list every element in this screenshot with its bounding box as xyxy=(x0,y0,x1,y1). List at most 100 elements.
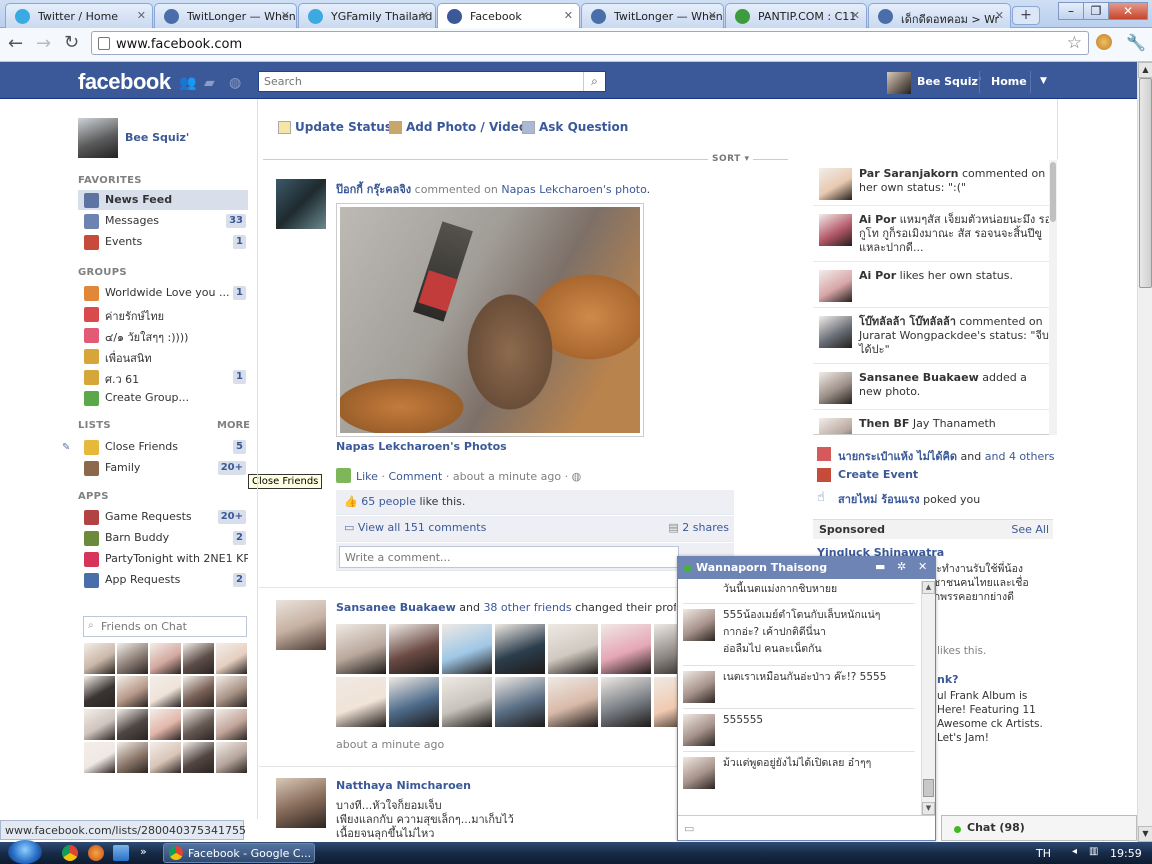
bookmark-star-icon[interactable]: ☆ xyxy=(1067,33,1082,53)
like-link[interactable]: Like xyxy=(356,470,378,483)
chat-settings-gear-icon[interactable]: ✲ xyxy=(897,560,906,573)
comment-input[interactable]: Write a comment... xyxy=(339,546,679,568)
window-close-button[interactable]: ✕ xyxy=(1108,2,1148,20)
poke-name-link[interactable]: สายไหม่ ร้อนแรง xyxy=(838,493,920,506)
group-item[interactable]: Create Group... xyxy=(78,388,248,408)
chat-friend-avatar[interactable] xyxy=(149,675,182,708)
chat-friend-avatar[interactable] xyxy=(83,675,116,708)
profile-picture-thumbnail[interactable] xyxy=(442,677,492,727)
tray-expand-icon[interactable]: ◂ xyxy=(1072,846,1077,857)
chat-message-input[interactable]: ▭ xyxy=(678,815,935,841)
story-time[interactable]: about a minute ago xyxy=(453,470,561,483)
messages-jewel-icon[interactable]: ▰ xyxy=(204,75,215,91)
chat-friend-avatar[interactable] xyxy=(182,675,215,708)
profile-picture-thumbnail[interactable] xyxy=(389,677,439,727)
chat-scroll-thumb[interactable] xyxy=(923,779,934,797)
new-tab-button[interactable]: + xyxy=(1012,6,1040,25)
ask-question-link[interactable]: Ask Question xyxy=(522,120,628,134)
chat-friend-avatar[interactable] xyxy=(215,708,248,741)
favorites-item[interactable]: Events 1 xyxy=(78,232,248,252)
profile-picture[interactable] xyxy=(78,118,118,158)
chat-friend-avatar[interactable] xyxy=(83,642,116,675)
search-box[interactable]: ⌕ xyxy=(258,71,606,92)
chat-scrollbar[interactable]: ▲ ▼ xyxy=(921,581,935,815)
quick-launch-more-icon[interactable]: » xyxy=(140,845,147,858)
forward-arrow-icon[interactable]: → xyxy=(36,33,51,54)
app-item[interactable]: Barn Buddy 2 xyxy=(78,528,248,548)
profile-picture-thumbnail[interactable] xyxy=(548,677,598,727)
birthday-others-link[interactable]: and 4 others xyxy=(985,450,1055,463)
address-bar[interactable]: www.facebook.com ☆ xyxy=(91,31,1089,55)
browser-tab[interactable]: TwitLonger — When ✕ xyxy=(581,3,724,28)
chat-friend-avatar[interactable] xyxy=(149,642,182,675)
story-time[interactable]: about a minute ago xyxy=(336,738,444,751)
chat-close-icon[interactable]: ✕ xyxy=(918,560,927,573)
facebook-logo[interactable]: facebook xyxy=(78,69,171,95)
chat-friend-avatar[interactable] xyxy=(116,741,149,774)
tab-close-icon[interactable]: ✕ xyxy=(420,9,429,22)
chat-friend-avatar[interactable] xyxy=(116,642,149,675)
minimize-button[interactable]: – xyxy=(1058,2,1084,20)
chat-search-input[interactable]: ⌕ Friends on Chat xyxy=(83,616,247,637)
profile-picture-thumbnail[interactable] xyxy=(548,624,598,674)
see-all-ads-link[interactable]: See All xyxy=(1011,523,1049,536)
tab-close-icon[interactable]: ✕ xyxy=(281,9,290,22)
ticker-story[interactable]: โบ๊ทลัลล้า โบ๊ทลัลล้า commented on Jurar… xyxy=(813,308,1057,364)
group-item[interactable]: ศ.ว 61 1 xyxy=(78,367,248,387)
ticker-scrollbar[interactable] xyxy=(1049,160,1057,435)
ticker-story[interactable]: Ai Por likes her own status. xyxy=(813,262,1057,308)
likes-people-link[interactable]: 65 people xyxy=(361,495,416,508)
other-friends-link[interactable]: 38 other friends xyxy=(483,601,571,614)
scroll-up-arrow-icon[interactable]: ▲ xyxy=(1138,62,1152,78)
header-avatar[interactable] xyxy=(887,72,911,94)
comment-link[interactable]: Comment xyxy=(388,470,442,483)
group-item[interactable]: Worldwide Love you ... 1 xyxy=(78,283,248,303)
lists-more-link[interactable]: MORE xyxy=(217,420,250,431)
account-menu-arrow-icon[interactable]: ▼ xyxy=(1040,76,1047,86)
browser-tab[interactable]: PANTIP.COM : C11 ✕ xyxy=(725,3,867,28)
tab-close-icon[interactable]: ✕ xyxy=(995,9,1004,22)
edit-pencil-icon[interactable]: ✎ xyxy=(62,442,70,453)
maximize-button[interactable]: ❐ xyxy=(1083,2,1109,20)
list-item[interactable]: Close Friends 5 xyxy=(78,437,248,457)
story-actor-picture[interactable] xyxy=(276,600,326,650)
chat-friend-avatar[interactable] xyxy=(215,741,248,774)
list-item[interactable]: Family 20+ xyxy=(78,458,248,478)
profile-picture-thumbnail[interactable] xyxy=(601,624,651,674)
group-item[interactable]: ๔/๑ วัยใสๆๆ :)))) xyxy=(78,325,248,345)
friend-requests-icon[interactable]: 👥 xyxy=(179,75,196,91)
chat-friend-avatar[interactable] xyxy=(215,675,248,708)
story-actor-name[interactable]: ป๊อกกี้ กรุ๊ะคลจิง xyxy=(336,183,411,196)
browser-tab[interactable]: TwitLonger — When ✕ xyxy=(154,3,297,28)
chat-friend-avatar[interactable] xyxy=(182,708,215,741)
tab-close-icon[interactable]: ✕ xyxy=(708,9,717,22)
add-photo-link[interactable]: Add Photo / Video xyxy=(389,120,527,134)
ticker-scroll-thumb[interactable] xyxy=(1050,162,1056,222)
header-profile-link[interactable]: Bee Squiz' xyxy=(917,75,981,88)
chat-friend-avatar[interactable] xyxy=(182,741,215,774)
chrome-icon[interactable] xyxy=(62,845,78,861)
sort-menu[interactable]: SORT ▾ xyxy=(708,154,754,164)
scroll-down-arrow-icon[interactable]: ▼ xyxy=(1138,826,1152,842)
language-indicator[interactable]: TH xyxy=(1036,847,1051,860)
browser-tab[interactable]: Facebook ✕ xyxy=(437,3,580,29)
favorites-item[interactable]: News Feed xyxy=(78,190,248,210)
chat-sidebar-button[interactable]: Chat (98) xyxy=(941,815,1137,841)
explorer-icon[interactable] xyxy=(113,845,129,861)
profile-picture-thumbnail[interactable] xyxy=(495,677,545,727)
tab-close-icon[interactable]: ✕ xyxy=(564,9,573,22)
story-actor-name[interactable]: Sansanee Buakaew xyxy=(336,601,456,614)
profile-picture-thumbnail[interactable] xyxy=(601,677,651,727)
chat-friend-avatar[interactable] xyxy=(116,675,149,708)
search-input[interactable] xyxy=(259,72,579,91)
app-item[interactable]: App Requests 2 xyxy=(78,570,248,590)
birthday-name-link[interactable]: นายกระเป๋าแห้ง ไม่ได้คิด xyxy=(838,450,957,463)
ad2-title-link[interactable]: nk? xyxy=(937,673,959,686)
reload-icon[interactable]: ↻ xyxy=(64,32,79,53)
ticker-story[interactable]: Par Saranjakorn commented on her own sta… xyxy=(813,160,1057,206)
browser-tab[interactable]: Twitter / Home ✕ xyxy=(5,3,153,28)
story-actor-picture[interactable] xyxy=(276,179,326,229)
app-item[interactable]: PartyTonight with 2NE1 KPOP xyxy=(78,549,248,569)
search-icon[interactable]: ⌕ xyxy=(583,72,605,91)
browser-tab[interactable]: เด็กดีดอทคอม > Wr ✕ xyxy=(868,3,1011,28)
